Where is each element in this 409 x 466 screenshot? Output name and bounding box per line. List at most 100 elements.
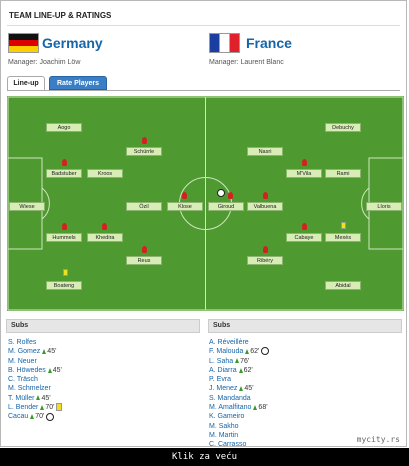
sub-in-arrow-icon bbox=[235, 358, 240, 364]
player-ozil[interactable]: Özil bbox=[126, 202, 162, 211]
player-giroud[interactable]: Giroud bbox=[208, 202, 244, 211]
home-subs-list: S. Rolfes M. Gomez 45' M. Neuer B. Höwedes 45… bbox=[8, 338, 63, 422]
rating-marker-icon bbox=[263, 246, 268, 253]
sub-player[interactable]: B. Höwedes 45' bbox=[8, 366, 62, 375]
rating-marker-icon bbox=[228, 192, 233, 199]
sub-player-name: J. Menez bbox=[209, 385, 238, 393]
tab-rate-players[interactable]: Rate Players bbox=[49, 76, 107, 90]
sub-player-name: K. Gameiro bbox=[209, 413, 245, 421]
sub-player[interactable]: L. Saha 76' bbox=[209, 357, 269, 366]
rating-marker-icon bbox=[302, 159, 307, 166]
player-kroos[interactable]: Kroos bbox=[87, 169, 123, 178]
player-valbuena[interactable]: Valbuena bbox=[247, 202, 283, 211]
france-flag-icon bbox=[209, 33, 240, 53]
sub-minute: 45' bbox=[52, 366, 62, 374]
sub-player-name: Cacau bbox=[8, 413, 29, 421]
sub-in-arrow-icon bbox=[253, 404, 258, 410]
rating-marker-icon bbox=[102, 223, 107, 230]
sub-player[interactable]: P. Evra bbox=[209, 375, 269, 384]
player-khedira[interactable]: Khedira bbox=[87, 233, 123, 242]
player-mexes[interactable]: Mexès bbox=[325, 233, 361, 242]
sub-player-name: M. Neuer bbox=[8, 357, 37, 365]
player-badstuber[interactable]: Badstuber bbox=[46, 169, 82, 178]
caption-bar[interactable]: Klik za veću bbox=[0, 448, 409, 466]
goal-ball-icon bbox=[217, 189, 225, 197]
rating-marker-icon bbox=[182, 192, 187, 199]
home-team-name[interactable]: Germany bbox=[42, 35, 103, 51]
sub-player[interactable]: S. Mandanda bbox=[209, 394, 269, 403]
sub-player-name: B. Höwedes bbox=[8, 366, 46, 374]
sub-player[interactable]: L. Bender 70' bbox=[8, 403, 63, 412]
away-subs-list: A. Réveillère F. Malouda 62' L. Saha 76' A. D… bbox=[209, 338, 270, 450]
player-nasri[interactable]: Nasri bbox=[247, 147, 283, 156]
sub-player[interactable]: M. Sakho bbox=[209, 422, 269, 431]
sub-player[interactable]: K. Gameiro bbox=[209, 412, 269, 421]
player-cabaye[interactable]: Cabaye bbox=[286, 233, 322, 242]
player-schurrle[interactable]: Schürrle bbox=[126, 147, 162, 156]
sub-minute: 68' bbox=[258, 404, 268, 412]
rating-marker-icon bbox=[62, 159, 67, 166]
sub-player-name: A. Diarra bbox=[209, 366, 237, 374]
sub-minute: 62' bbox=[250, 348, 260, 356]
sub-in-arrow-icon bbox=[36, 395, 41, 401]
sub-minute: 45' bbox=[244, 385, 254, 393]
player-reus[interactable]: Reus bbox=[126, 256, 162, 265]
sub-minute: 45' bbox=[47, 348, 57, 356]
sub-player[interactable]: A. Réveillère bbox=[209, 338, 269, 347]
player-lloris[interactable]: Lloris bbox=[366, 202, 402, 211]
sub-player[interactable]: T. Müller 45' bbox=[8, 394, 62, 403]
rating-marker-icon bbox=[142, 137, 147, 144]
sub-minute: 76' bbox=[240, 357, 250, 365]
sub-player[interactable]: M. Gomez 45' bbox=[8, 347, 62, 356]
rating-marker-icon bbox=[263, 192, 268, 199]
player-abidal[interactable]: Abidal bbox=[325, 281, 361, 290]
sub-player[interactable]: A. Diarra 62' bbox=[209, 366, 269, 375]
sub-player-name: S. Rolfes bbox=[8, 339, 37, 346]
sub-player-name: L. Bender bbox=[8, 404, 39, 412]
yellow-card-icon bbox=[63, 269, 68, 276]
sub-minute: 70' bbox=[35, 413, 45, 421]
player-wiese[interactable]: Wiese bbox=[9, 202, 45, 211]
rating-marker-icon bbox=[142, 246, 147, 253]
sub-in-arrow-icon bbox=[239, 386, 244, 392]
sub-minute: 62' bbox=[243, 366, 253, 374]
sub-in-arrow-icon bbox=[42, 348, 47, 354]
sub-player[interactable]: M. Schmelzer bbox=[8, 384, 62, 393]
sub-in-arrow-icon bbox=[238, 367, 243, 373]
sub-player-name: L. Saha bbox=[209, 357, 234, 365]
football-pitch: Wiese Badstuber Hummels Boateng Aogo Kro… bbox=[7, 96, 404, 311]
sub-player-name: F. Malouda bbox=[209, 348, 244, 356]
tab-lineup[interactable]: Line-up bbox=[7, 76, 45, 90]
player-rami[interactable]: Rami bbox=[325, 169, 361, 178]
home-manager: Manager: Joachim Löw bbox=[8, 59, 81, 66]
sub-player-name: T. Müller bbox=[8, 394, 35, 402]
away-manager: Manager: Laurent Blanc bbox=[209, 59, 284, 66]
sub-player[interactable]: C. Träsch bbox=[8, 375, 62, 384]
player-boateng[interactable]: Boateng bbox=[46, 281, 82, 290]
watermark: mycity.rs bbox=[356, 435, 400, 444]
away-team-name[interactable]: France bbox=[246, 35, 292, 51]
goal-ball-icon bbox=[261, 347, 270, 356]
rating-marker-icon bbox=[302, 223, 307, 230]
sub-player[interactable]: M. Martin bbox=[209, 431, 269, 440]
germany-flag-icon bbox=[8, 33, 39, 53]
sub-player[interactable]: M. Amalfitano 68' bbox=[209, 403, 269, 412]
player-klose[interactable]: Klose bbox=[167, 202, 203, 211]
sub-player[interactable]: F. Malouda 62' bbox=[209, 347, 270, 356]
player-aogo[interactable]: Aogo bbox=[46, 123, 82, 132]
sub-player[interactable]: M. Neuer bbox=[8, 357, 62, 366]
player-ribery[interactable]: Ribéry bbox=[247, 256, 283, 265]
player-mvila[interactable]: M'Vila bbox=[286, 169, 322, 178]
sub-in-arrow-icon bbox=[47, 367, 52, 373]
sub-player[interactable]: Cacau 70' bbox=[8, 412, 62, 421]
player-debuchy[interactable]: Debuchy bbox=[325, 123, 361, 132]
sub-player-name: M. Sakho bbox=[209, 422, 239, 430]
sub-player[interactable]: S. Rolfes bbox=[8, 338, 62, 347]
player-hummels[interactable]: Hummels bbox=[46, 233, 82, 242]
sub-player-name: C. Träsch bbox=[8, 376, 38, 384]
sub-player[interactable]: J. Menez 45' bbox=[209, 384, 269, 393]
sub-player-name: P. Evra bbox=[209, 376, 232, 384]
sub-player-name: S. Mandanda bbox=[209, 394, 251, 402]
sub-player-name: M. Schmelzer bbox=[8, 385, 51, 393]
sub-in-arrow-icon bbox=[30, 414, 35, 420]
